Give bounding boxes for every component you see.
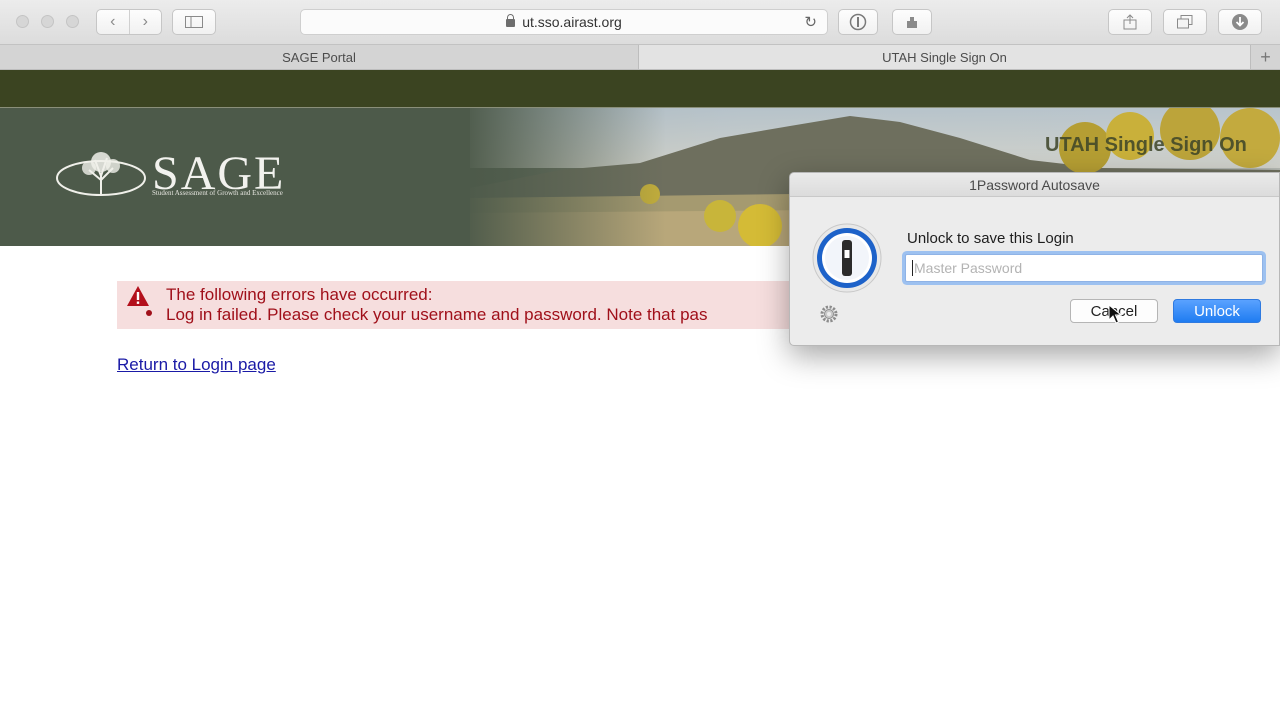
reload-icon[interactable]: ↻ — [804, 13, 817, 31]
text-caret — [912, 260, 913, 276]
onepassword-logo-icon — [812, 223, 882, 293]
tab-label: SAGE Portal — [282, 49, 356, 65]
downloads-button[interactable] — [1218, 9, 1262, 35]
history-nav: ‹ › — [96, 9, 162, 35]
tab-utah-single-sign-on[interactable]: UTAH Single Sign On — [638, 45, 1250, 69]
dialog-message: Unlock to save this Login — [907, 230, 1074, 247]
tab-bar: SAGE Portal UTAH Single Sign On + — [0, 44, 1280, 70]
tab-label: UTAH Single Sign On — [882, 49, 1007, 65]
dialog-title: 1Password Autosave — [790, 173, 1279, 197]
extension-icon — [907, 17, 917, 28]
share-button[interactable] — [1108, 9, 1152, 35]
bullet-icon — [146, 310, 152, 316]
unlock-button[interactable]: Unlock — [1173, 299, 1261, 323]
onepassword-dialog: 1Password Autosave Unlock to save this L… — [789, 172, 1280, 346]
sage-tree-logo — [56, 152, 146, 196]
browser-toolbar: ‹ › ut.sso.airast.org ↻ — [0, 0, 1280, 44]
error-item: Log in failed. Please check your usernam… — [166, 305, 708, 324]
return-to-login-link[interactable]: Return to Login page — [117, 355, 276, 375]
lock-icon — [506, 14, 516, 27]
error-box: The following errors have occurred: Log … — [117, 281, 837, 329]
sidebar-icon — [185, 16, 203, 28]
minimize-window-button[interactable] — [41, 15, 54, 28]
master-password-input[interactable] — [905, 254, 1263, 282]
onepassword-toolbar-icon — [849, 13, 867, 31]
url-text: ut.sso.airast.org — [522, 14, 622, 30]
new-tab-icon[interactable]: + — [1250, 45, 1280, 69]
tabs-overview-button[interactable] — [1163, 9, 1207, 35]
extension-button[interactable] — [892, 9, 932, 35]
sage-logo-subtitle: Student Assessment of Growth and Excelle… — [152, 189, 283, 197]
downloads-icon — [1232, 14, 1248, 30]
share-icon — [1123, 14, 1137, 30]
tabs-overview-icon — [1177, 15, 1193, 29]
address-bar[interactable]: ut.sso.airast.org ↻ — [300, 9, 828, 35]
warning-icon — [127, 286, 149, 306]
tab-sage-portal[interactable]: SAGE Portal — [0, 45, 638, 69]
onepassword-toolbar-button[interactable] — [838, 9, 878, 35]
gear-icon[interactable] — [819, 304, 839, 324]
sidebar-button[interactable] — [172, 9, 216, 35]
back-icon[interactable]: ‹ — [97, 10, 129, 34]
error-title: The following errors have occurred: — [166, 285, 433, 304]
forward-icon[interactable]: › — [128, 10, 162, 34]
mouse-pointer-icon — [1108, 304, 1122, 324]
zoom-window-button[interactable] — [66, 15, 79, 28]
header-bar — [0, 70, 1280, 108]
site-title: UTAH Single Sign On — [1045, 134, 1247, 156]
close-window-button[interactable] — [16, 15, 29, 28]
